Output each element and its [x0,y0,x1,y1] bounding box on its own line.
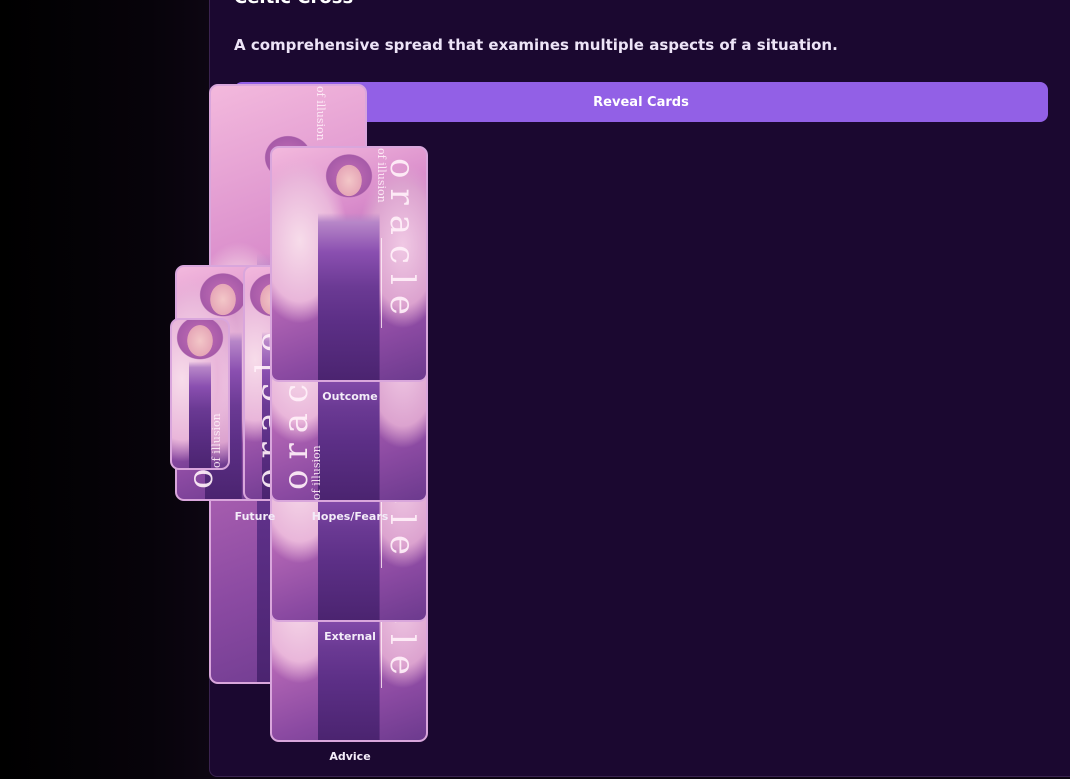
card-subtitle: of illusion [375,148,388,203]
spread-description: A comprehensive spread that examines mul… [234,36,838,54]
spread-title: Celtic Cross [234,0,353,8]
card-script: oracle [382,158,422,326]
position-label-external: External [324,630,376,643]
card-subtitle: of illusion [210,413,223,468]
position-label-advice: Advice [329,750,371,763]
position-label-outcome: Outcome [322,390,378,403]
card-subtitle: of illusion [314,86,327,141]
card-divider [381,238,382,328]
card-subtitle: of illusion [310,445,323,500]
page: Celtic Cross A comprehensive spread that… [0,0,1070,779]
tarot-card-crossing[interactable]: of illusion [170,318,230,470]
position-label-hopes-fears: Hopes/Fears [311,510,389,523]
tarot-card-outcome[interactable]: oracle of illusion [270,146,428,382]
